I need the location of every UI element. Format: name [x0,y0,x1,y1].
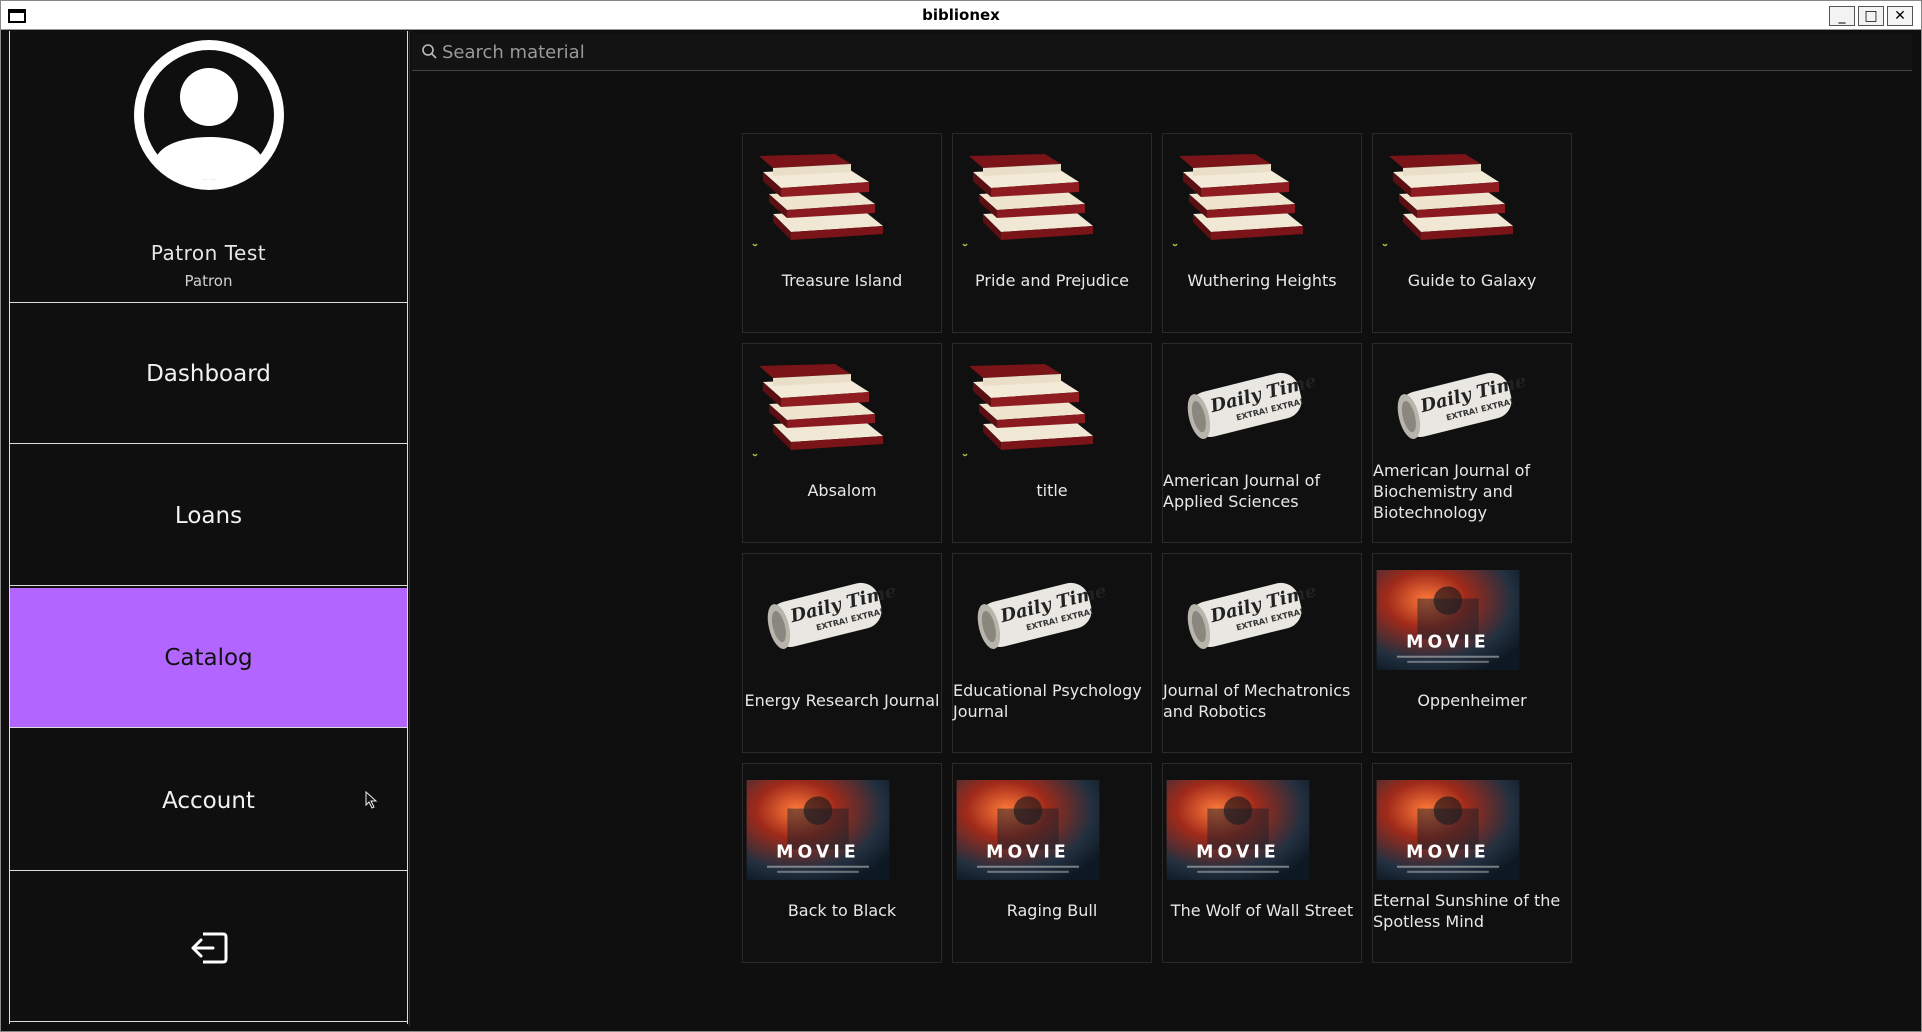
catalog-card-title: Journal of Mechatronics and Robotics [1163,681,1351,721]
catalog-card[interactable]: Treasure Island [742,133,942,333]
catalog-card[interactable]: MOVIE Eternal Sunshine of the Spotless M… [1372,763,1572,963]
movie-cover-icon: MOVIE [953,780,1100,880]
search-bar[interactable] [412,33,1912,71]
catalog-card[interactable]: title [952,343,1152,543]
catalog-card[interactable]: MOVIE Oppenheimer [1372,553,1572,753]
svg-text:MOVIE: MOVIE [1406,633,1490,653]
maximize-button[interactable]: □ [1858,6,1884,26]
svg-text:MOVIE: MOVIE [1406,843,1490,863]
book-cover-icon [961,362,1101,460]
catalog-card-title: Wuthering Heights [1187,271,1337,290]
svg-text:MOVIE: MOVIE [1196,843,1280,863]
catalog-card[interactable]: MOVIE Back to Black [742,763,942,963]
search-icon [422,44,437,59]
journal-cover-icon: Daily Times EXTRA! EXTRA! [1175,358,1328,456]
user-avatar-icon [134,40,284,190]
catalog-card-title: title [1036,481,1068,500]
nav-loans[interactable]: Loans [10,446,407,586]
catalog-card-title: Absalom [807,481,877,500]
catalog-card-title: Eternal Sunshine of the Spotless Mind [1373,891,1561,931]
catalog-card[interactable]: Absalom [742,343,942,543]
svg-text:MOVIE: MOVIE [776,843,860,863]
catalog-card[interactable]: Pride and Prejudice [952,133,1152,333]
catalog-card[interactable]: MOVIE Raging Bull [952,763,1152,963]
minimize-button[interactable]: _ [1829,6,1855,26]
catalog-card[interactable]: Daily Times EXTRA! EXTRA! Energy Researc… [742,553,942,753]
nav-catalog[interactable]: Catalog [10,588,407,728]
app-window: biblionex _ □ ✕ Patron Test Patron Dashb… [0,0,1922,1032]
catalog-card-title: Treasure Island [781,271,903,290]
catalog-card-title: Oppenheimer [1417,691,1527,710]
title-bar: biblionex _ □ ✕ [1,1,1921,30]
nav-account[interactable]: Account [10,731,407,871]
sidebar: Patron Test Patron Dashboard Loans Catal… [9,31,408,1024]
movie-cover-icon: MOVIE [1373,570,1520,670]
catalog-grid: Treasure Island Pride and Prejudice Wuth… [742,133,1582,965]
catalog-card[interactable]: Daily Times EXTRA! EXTRA! American Journ… [1372,343,1572,543]
main-content: Treasure Island Pride and Prejudice [409,31,1914,1026]
catalog-card[interactable]: Guide to Galaxy [1372,133,1572,333]
book-cover-icon [1171,152,1311,250]
catalog-card[interactable]: Daily Times EXTRA! EXTRA! Educational Ps… [952,553,1152,753]
catalog-card[interactable]: Daily Times EXTRA! EXTRA! American Journ… [1162,343,1362,543]
close-button[interactable]: ✕ [1887,6,1913,26]
movie-cover-icon: MOVIE [1373,780,1520,880]
search-input[interactable] [442,37,1892,67]
book-cover-icon [961,152,1101,250]
journal-cover-icon: Daily Times EXTRA! EXTRA! [755,568,908,666]
book-cover-icon [1381,152,1521,250]
book-cover-icon [751,152,891,250]
nav-catalog-label: Catalog [164,644,253,671]
logout-icon [191,932,227,963]
catalog-card[interactable]: Wuthering Heights [1162,133,1362,333]
nav-loans-label: Loans [174,502,243,529]
movie-cover-icon: MOVIE [1163,780,1310,880]
profile-role: Patron [184,272,233,290]
catalog-card-title: American Journal of Applied Sciences [1163,471,1321,511]
catalog-card-title: Guide to Galaxy [1407,271,1537,290]
catalog-card-title: Educational Psychology Journal [953,681,1142,721]
mouse-cursor-icon [365,791,378,809]
profile-name: Patron Test [150,241,267,265]
catalog-card-title: Back to Black [787,901,897,920]
journal-cover-icon: Daily Times EXTRA! EXTRA! [965,568,1118,666]
catalog-card[interactable]: MOVIE The Wolf of Wall Street [1162,763,1362,963]
catalog-card-title: Raging Bull [1006,901,1098,920]
journal-cover-icon: Daily Times EXTRA! EXTRA! [1385,358,1538,456]
window-title: biblionex [922,6,1000,24]
nav-dashboard-label: Dashboard [146,360,271,387]
logout-button[interactable] [10,874,407,1022]
svg-text:MOVIE: MOVIE [986,843,1070,863]
journal-cover-icon: Daily Times EXTRA! EXTRA! [1175,568,1328,666]
book-cover-icon [751,362,891,460]
catalog-card-title: The Wolf of Wall Street [1170,901,1354,920]
movie-cover-icon: MOVIE [743,780,890,880]
nav-account-label: Account [162,787,255,814]
catalog-card[interactable]: Daily Times EXTRA! EXTRA! Journal of Mec… [1162,553,1362,753]
nav-dashboard[interactable]: Dashboard [10,304,407,444]
profile-panel: Patron Test Patron [10,31,407,303]
catalog-card-title: Energy Research Journal [744,691,940,710]
catalog-card-title: American Journal of Biochemistry and Bio… [1373,461,1531,522]
catalog-card-title: Pride and Prejudice [975,271,1129,290]
